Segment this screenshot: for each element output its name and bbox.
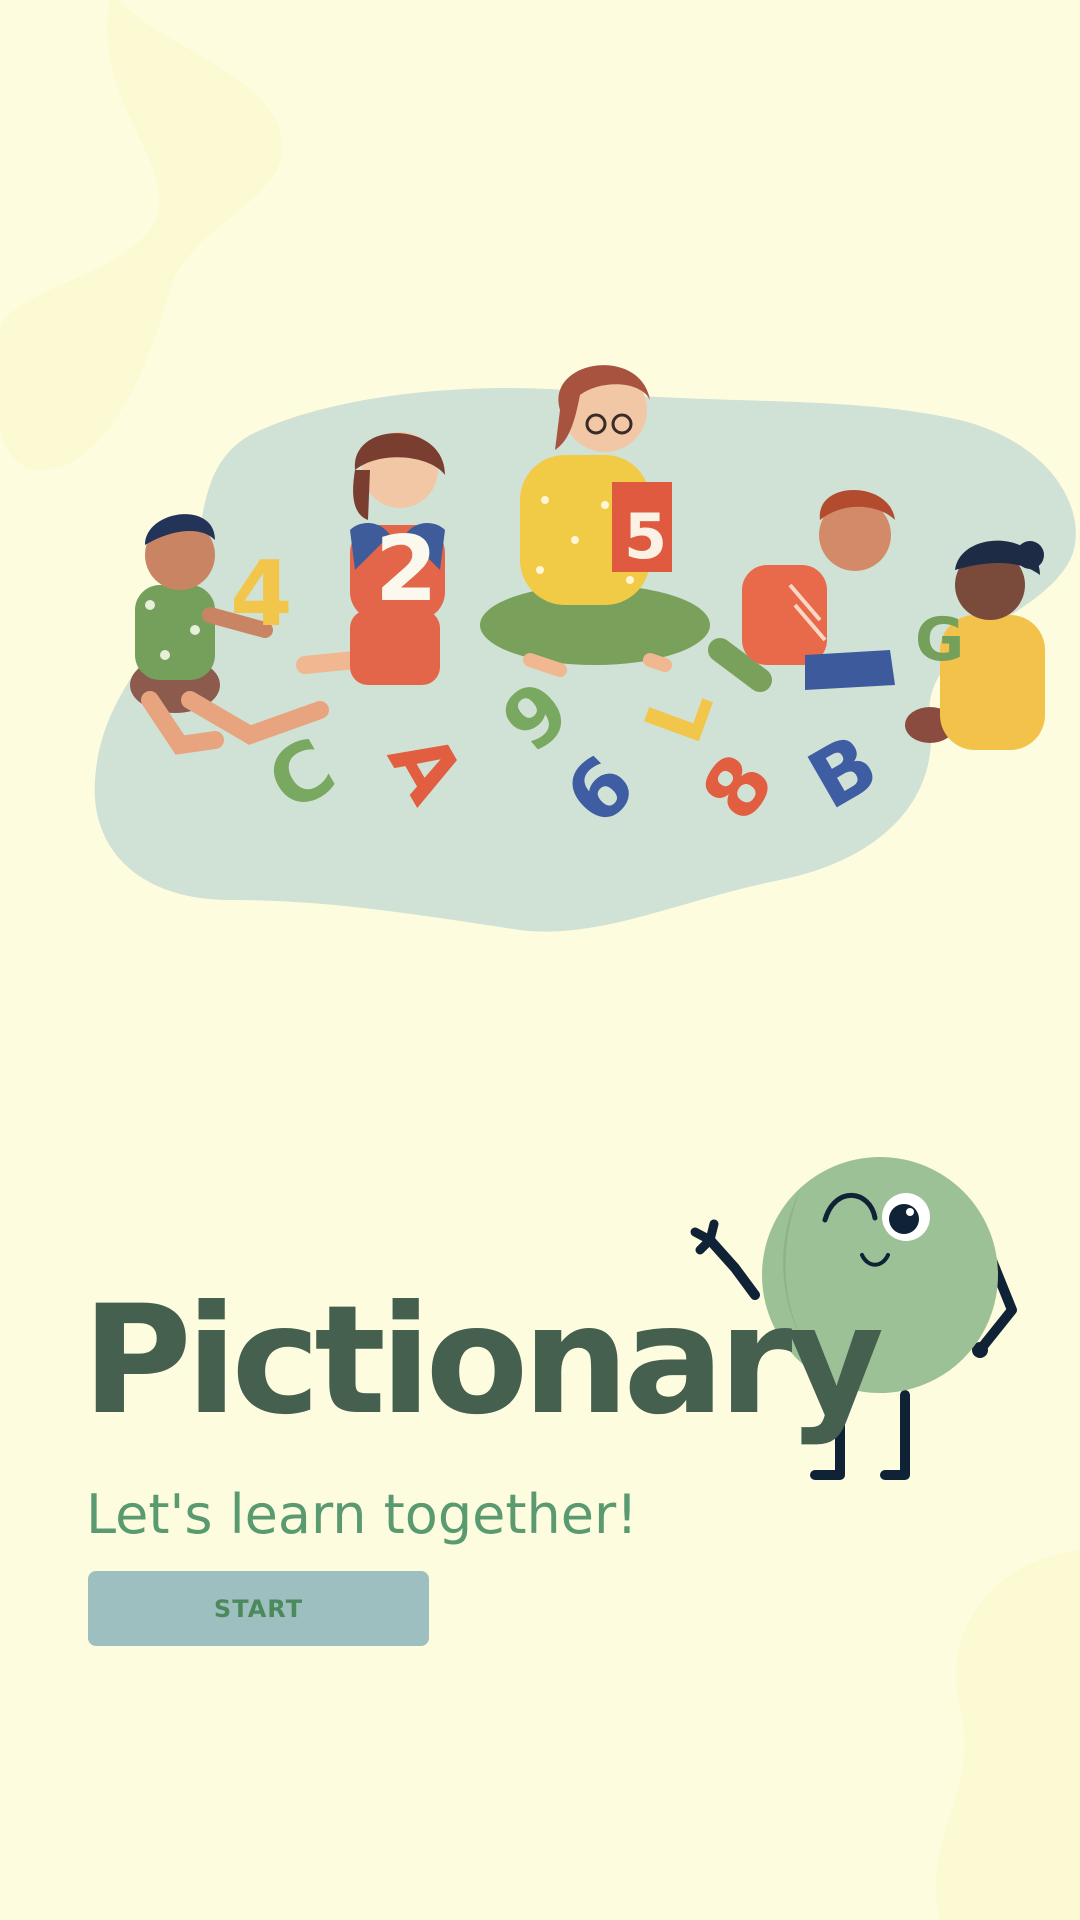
svg-text:5: 5 [624, 500, 667, 573]
start-button[interactable]: START [88, 1571, 429, 1646]
svg-text:G: G [915, 605, 964, 675]
background-swirl-bottom [935, 1550, 1080, 1920]
svg-text:2: 2 [375, 517, 438, 622]
app-title: Pictionary [82, 1274, 884, 1448]
children-learning-illustration: 4 2 5 G C A 9 6 L 8 B [94, 365, 1076, 932]
app-subtitle: Let's learn together! [86, 1483, 638, 1546]
svg-text:4: 4 [230, 542, 293, 647]
